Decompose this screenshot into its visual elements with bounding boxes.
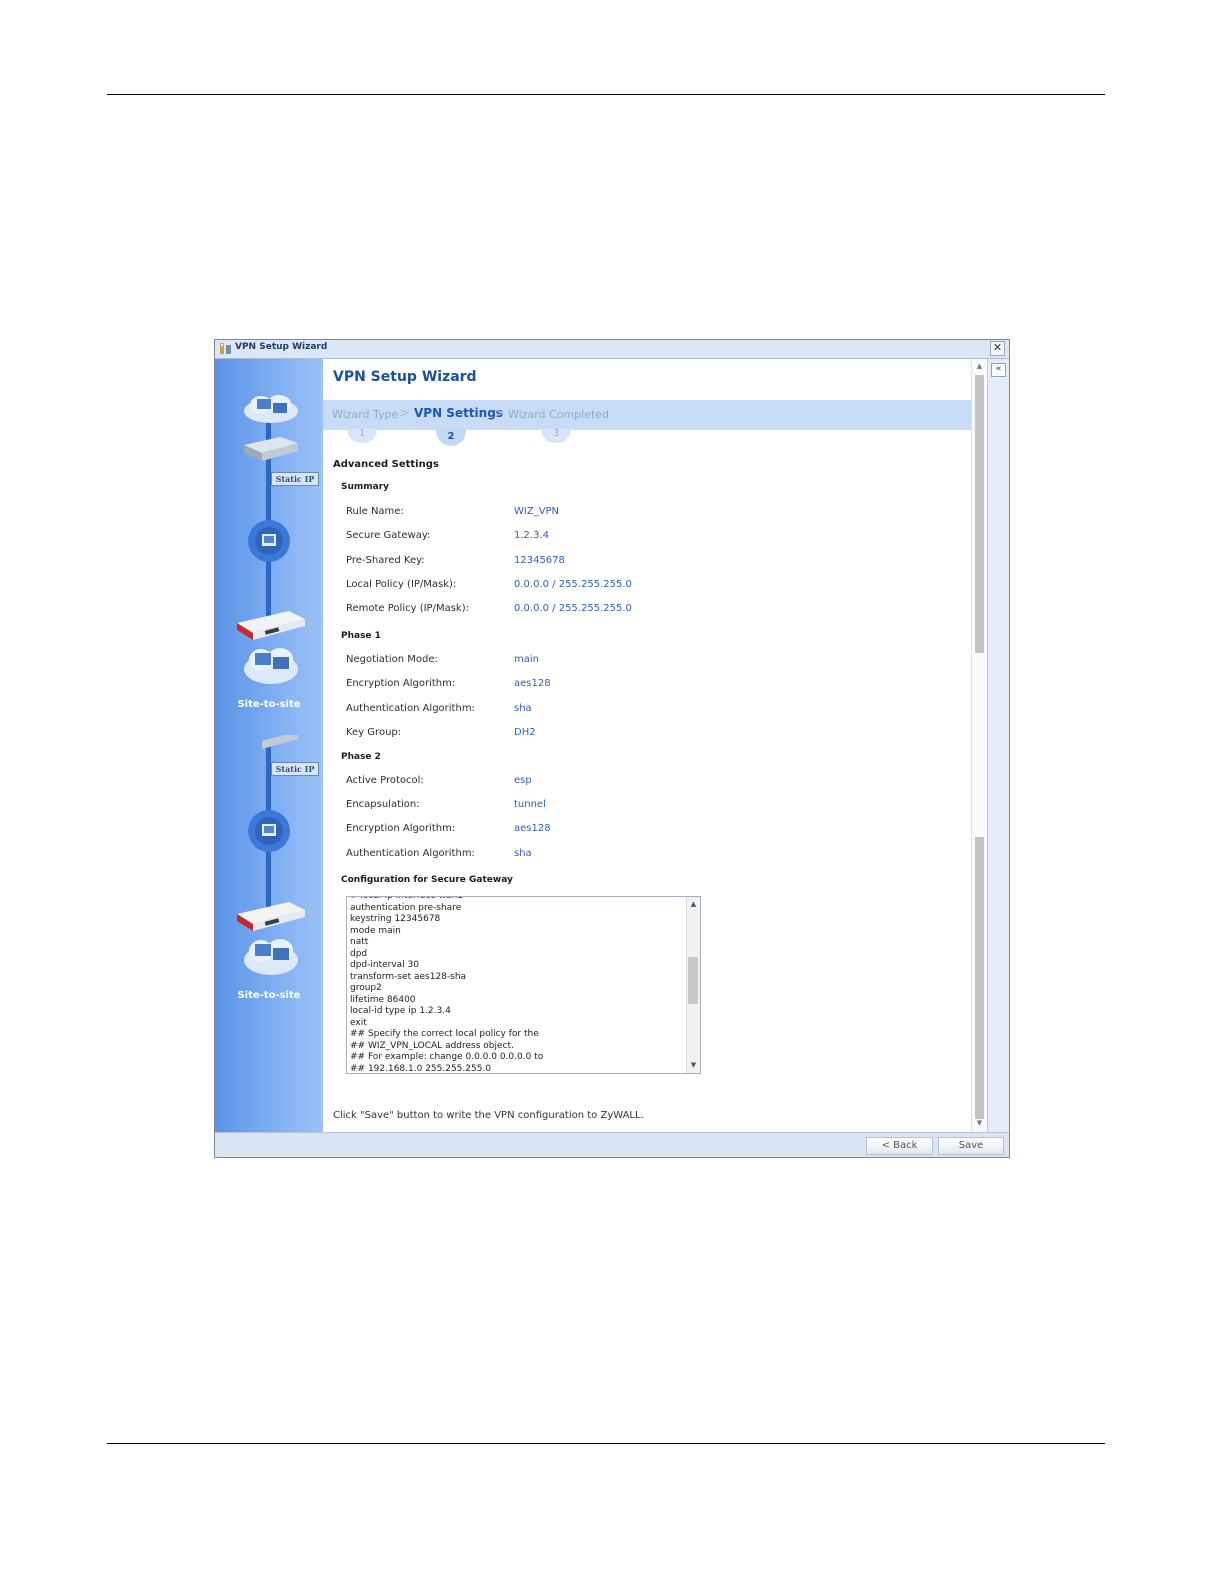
back-button[interactable]: < Back <box>866 1137 933 1155</box>
wizard-icon <box>220 343 231 354</box>
static-ip-badge: Static IP <box>271 762 319 776</box>
config-textarea[interactable]: # local-ip interface wan1 authentication… <box>346 896 701 1074</box>
cloud-computers-icon <box>244 939 298 975</box>
p1-encryption-value: aes128 <box>514 678 551 689</box>
active-protocol-value: esp <box>514 775 532 786</box>
p1-authentication-label: Authentication Algorithm: <box>346 703 475 714</box>
wizard-button-bar: < Back Save <box>215 1132 1009 1157</box>
config-scroll-thumb[interactable] <box>688 957 698 1004</box>
local-policy-label: Local Policy (IP/Mask): <box>346 579 457 590</box>
advanced-settings-heading: Advanced Settings <box>333 459 439 470</box>
wizard-step-bar: Wizard Type > VPN Settings > Wizard Comp… <box>323 400 971 430</box>
static-ip-badge: Static IP <box>271 472 319 486</box>
negotiation-mode-label: Negotiation Mode: <box>346 654 438 665</box>
phase-1-heading: Phase 1 <box>341 631 381 641</box>
remote-policy-value: 0.0.0.0 / 255.255.255.0 <box>514 603 632 614</box>
router-globe-icon <box>248 810 290 852</box>
window-title: VPN Setup Wizard <box>235 342 328 352</box>
pre-shared-key-value: 12345678 <box>514 555 565 566</box>
vpn-setup-wizard-window: VPN Setup Wizard ✕ Static IP Site-to-sit… <box>214 339 1010 1158</box>
chevron-right-icon: > <box>399 406 410 421</box>
collapse-rail: « <box>987 359 1009 1132</box>
page-bottom-rule <box>107 1443 1105 1444</box>
sidebar-illustration: Static IP Site-to-site Static IP Site-to… <box>215 359 323 1132</box>
step-wizard-type: Wizard Type <box>332 408 399 421</box>
p1-authentication-value: sha <box>514 703 532 714</box>
close-icon[interactable]: ✕ <box>990 341 1005 356</box>
pre-shared-key-label: Pre-Shared Key: <box>346 555 425 566</box>
scroll-up-icon[interactable]: ▲ <box>687 900 700 908</box>
page-title: VPN Setup Wizard <box>333 369 477 385</box>
step-number-1: 1 <box>347 429 377 443</box>
wizard-content: VPN Setup Wizard Wizard Type > VPN Setti… <box>323 359 971 1132</box>
active-protocol-label: Active Protocol: <box>346 775 424 786</box>
p2-authentication-value: sha <box>514 848 532 859</box>
step-number-2: 2 <box>436 429 466 446</box>
config-text: # local-ip interface wan1 authentication… <box>350 896 544 1074</box>
content-scroll-thumb[interactable] <box>975 375 984 653</box>
zywall-firewall-icon <box>237 611 305 640</box>
chevron-right-icon: > <box>494 406 505 421</box>
scroll-up-icon[interactable]: ▲ <box>972 362 987 370</box>
p1-encryption-label: Encryption Algorithm: <box>346 678 456 689</box>
key-group-value: DH2 <box>514 727 536 738</box>
step-wizard-completed: Wizard Completed <box>508 408 610 421</box>
encapsulation-label: Encapsulation: <box>346 799 420 810</box>
cloud-computers-icon <box>244 395 298 423</box>
content-scrollbar[interactable]: ▲ ▼ <box>971 359 987 1132</box>
rule-name-value: WIZ_VPN <box>514 506 560 517</box>
switch-icon <box>262 735 298 749</box>
secure-gateway-value: 1.2.3.4 <box>514 530 549 541</box>
key-group-label: Key Group: <box>346 727 402 738</box>
content-scroll-thumb[interactable] <box>975 837 984 1119</box>
collapse-panel-icon[interactable]: « <box>991 363 1006 377</box>
config-heading: Configuration for Secure Gateway <box>341 875 513 885</box>
scroll-down-icon[interactable]: ▼ <box>687 1061 700 1069</box>
scroll-down-icon[interactable]: ▼ <box>972 1119 987 1127</box>
zywall-firewall-icon <box>237 902 305 931</box>
summary-heading: Summary <box>341 482 390 492</box>
negotiation-mode-value: main <box>514 654 539 665</box>
encapsulation-value: tunnel <box>514 799 546 810</box>
cloud-computers-icon <box>244 648 298 684</box>
p2-encryption-label: Encryption Algorithm: <box>346 823 456 834</box>
rule-name-label: Rule Name: <box>346 506 404 517</box>
switch-icon <box>244 437 298 461</box>
illustration-top: Static IP Site-to-site <box>215 359 323 745</box>
window-titlebar: VPN Setup Wizard ✕ <box>215 340 1009 359</box>
save-instruction-text: Click "Save" button to write the VPN con… <box>333 1110 644 1121</box>
p2-authentication-label: Authentication Algorithm: <box>346 848 475 859</box>
phase-2-heading: Phase 2 <box>341 752 381 762</box>
step-number-3: 3 <box>541 429 571 443</box>
save-button[interactable]: Save <box>938 1137 1004 1155</box>
local-policy-value: 0.0.0.0 / 255.255.255.0 <box>514 579 632 590</box>
router-globe-icon <box>248 520 290 562</box>
remote-policy-label: Remote Policy (IP/Mask): <box>346 603 469 614</box>
config-scrollbar[interactable]: ▲ ▼ <box>686 897 700 1073</box>
step-vpn-settings: VPN Settings <box>414 406 503 420</box>
site-to-site-label: Site-to-site <box>237 699 301 710</box>
site-to-site-label: Site-to-site <box>237 990 301 1001</box>
secure-gateway-label: Secure Gateway: <box>346 530 431 541</box>
page-top-rule <box>107 94 1105 95</box>
illustration-bottom: Static IP Site-to-site <box>215 735 323 1131</box>
p2-encryption-value: aes128 <box>514 823 551 834</box>
